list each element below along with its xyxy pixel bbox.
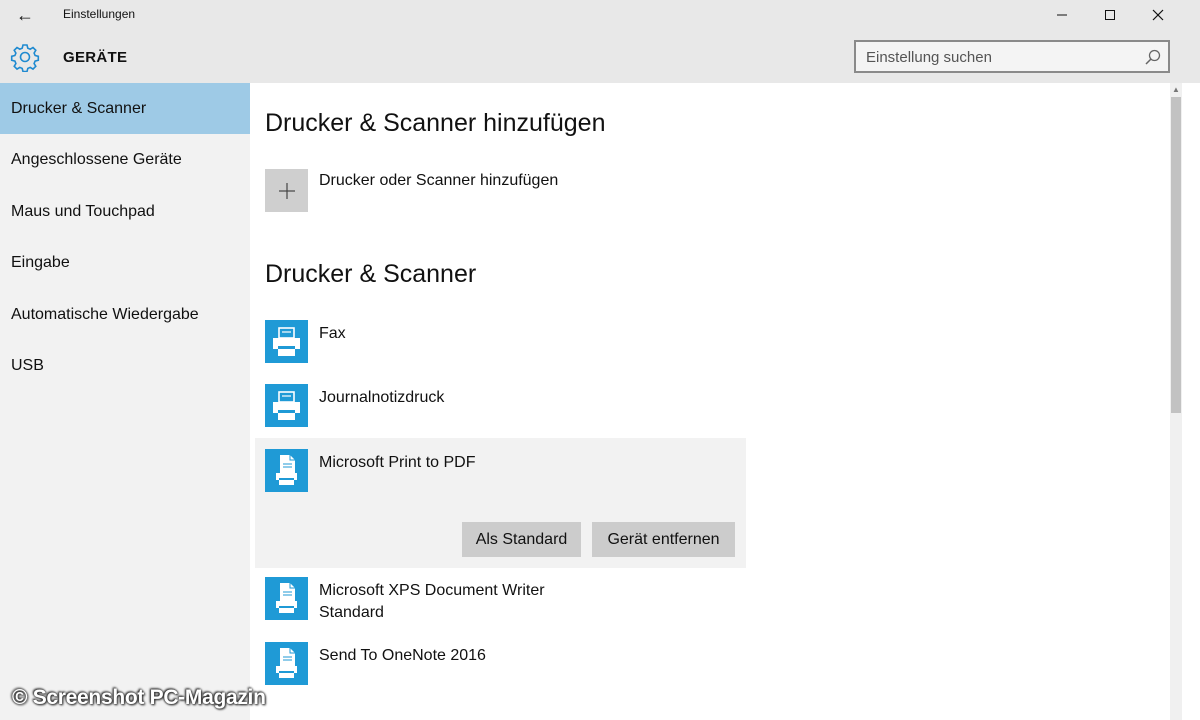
sidebar-item-label: Automatische Wiedergabe — [11, 305, 199, 323]
close-icon — [1152, 9, 1164, 21]
sidebar-item-drucker-scanner[interactable]: Drucker & Scanner — [0, 83, 250, 134]
back-arrow-icon[interactable]: ← — [10, 2, 40, 28]
window-title: Einstellungen — [63, 7, 136, 21]
printer-icon — [265, 320, 308, 363]
sidebar-item-label: Drucker & Scanner — [11, 99, 147, 117]
sidebar-item-label: Angeschlossene Geräte — [11, 150, 182, 168]
sidebar-item-eingabe[interactable]: Eingabe — [0, 237, 250, 288]
sidebar-item-label: USB — [11, 356, 44, 374]
remove-device-button[interactable]: Gerät entfernen — [592, 522, 735, 557]
printer-item-fax[interactable]: Fax — [265, 320, 745, 364]
page-header: GERÄTE — [0, 30, 1200, 83]
add-printer-label[interactable]: Drucker oder Scanner hinzufügen — [319, 172, 558, 190]
sidebar-item-label: Maus und Touchpad — [11, 202, 155, 220]
watermark: © Screenshot PC-Magazin — [12, 686, 266, 709]
printer-name: Microsoft XPS Document Writer — [319, 582, 545, 599]
scroll-up-arrow-icon[interactable]: ▲ — [1172, 85, 1180, 94]
printer-name: Fax — [319, 325, 346, 342]
sidebar-item-angeschlossene-geraete[interactable]: Angeschlossene Geräte — [0, 134, 250, 185]
printer-item-journalnotizdruck[interactable]: Journalnotizdruck — [265, 384, 745, 428]
printer-item-xps-writer[interactable]: Microsoft XPS Document Writer Standard — [265, 577, 745, 623]
add-printer-button[interactable] — [265, 169, 308, 212]
printers-section-heading: Drucker & Scanner — [265, 260, 477, 288]
title-bar: ← Einstellungen — [0, 0, 1200, 30]
document-printer-icon — [265, 642, 308, 685]
printer-icon — [265, 384, 308, 427]
minimize-icon — [1057, 14, 1067, 16]
sidebar-item-automatische-wiedergabe[interactable]: Automatische Wiedergabe — [0, 289, 250, 340]
plus-icon — [278, 182, 295, 199]
main-content: Drucker & Scanner hinzufügen Drucker ode… — [250, 83, 1200, 720]
maximize-button[interactable] — [1087, 0, 1133, 30]
document-printer-icon — [265, 577, 308, 620]
printer-item-print-to-pdf[interactable]: Microsoft Print to PDF — [265, 449, 745, 493]
close-button[interactable] — [1135, 0, 1181, 30]
sidebar-item-usb[interactable]: USB — [0, 340, 250, 391]
maximize-icon — [1105, 10, 1115, 20]
printer-name: Send To OneNote 2016 — [319, 647, 486, 664]
search-input[interactable] — [866, 47, 1136, 67]
scrollbar-thumb[interactable] — [1171, 97, 1181, 413]
search-box[interactable] — [854, 40, 1170, 73]
section-title: GERÄTE — [63, 49, 128, 66]
printer-status: Standard — [319, 604, 384, 621]
add-section-heading: Drucker & Scanner hinzufügen — [265, 109, 606, 137]
sidebar-item-label: Eingabe — [11, 253, 70, 271]
search-icon[interactable] — [1144, 48, 1162, 66]
minimize-button[interactable] — [1039, 0, 1085, 30]
printer-name: Microsoft Print to PDF — [319, 454, 476, 471]
set-default-button[interactable]: Als Standard — [462, 522, 581, 557]
document-printer-icon — [265, 449, 308, 492]
gear-icon — [10, 44, 40, 72]
sidebar-item-maus-touchpad[interactable]: Maus und Touchpad — [0, 186, 250, 237]
printer-name-block: Microsoft XPS Document Writer Standard — [319, 580, 545, 624]
printer-item-onenote[interactable]: Send To OneNote 2016 — [265, 642, 745, 686]
printer-name: Journalnotizdruck — [319, 389, 445, 406]
sidebar: Drucker & Scanner Angeschlossene Geräte … — [0, 83, 250, 720]
